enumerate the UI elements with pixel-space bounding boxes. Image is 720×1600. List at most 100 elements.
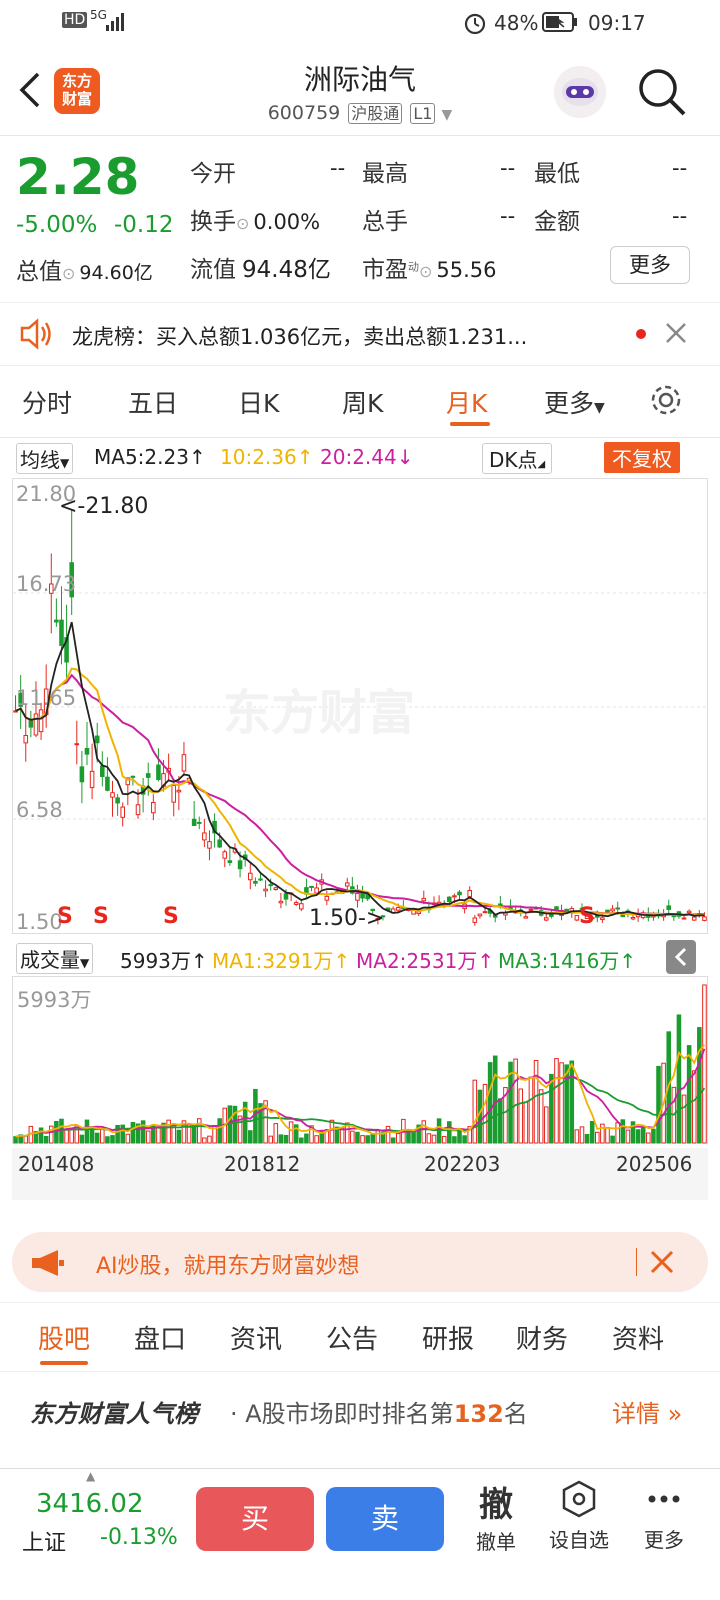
candle — [248, 872, 253, 881]
back-icon[interactable] — [16, 70, 42, 114]
logo-line1: 东方 — [61, 72, 92, 90]
volume-bar — [472, 1079, 478, 1144]
volume-bar — [406, 1130, 411, 1144]
volume-bar — [543, 1106, 549, 1144]
volume-bar — [140, 1120, 146, 1144]
tab-weekly[interactable]: 周K — [342, 384, 383, 420]
robot-avatar-icon[interactable] — [552, 64, 608, 124]
tab-5day[interactable]: 五日 — [128, 384, 178, 420]
candle — [94, 735, 100, 744]
logo-line2: 财富 — [61, 90, 92, 108]
tab-research[interactable]: 研报 — [422, 1319, 474, 1356]
tab-announcements[interactable]: 公告 — [326, 1319, 378, 1356]
signal-icon — [104, 12, 126, 31]
volume-bar — [595, 1131, 600, 1144]
active-tab-indicator — [40, 1361, 88, 1365]
tab-forum[interactable]: 股吧 — [38, 1319, 90, 1356]
ai-banner[interactable]: AI炒股，就用东方财富妙想 — [12, 1232, 708, 1292]
ma20-value: 20:2.44↓ — [320, 445, 413, 469]
tab-orderbook[interactable]: 盘口 — [134, 1319, 186, 1356]
vol-ma1-arrow: ↑ — [333, 949, 351, 973]
tab-monthly[interactable]: 月K — [446, 384, 487, 420]
volume-bar — [646, 1132, 651, 1144]
market-cap-label: 总值 — [16, 259, 62, 285]
tab-more[interactable]: 更多▼ — [544, 384, 605, 420]
change-value: -0.12 — [114, 212, 174, 238]
candle — [263, 888, 268, 892]
rank-detail-link[interactable]: 详情 » — [612, 1394, 682, 1429]
expand-arrow-icon[interactable]: ▲ — [86, 1469, 95, 1483]
search-icon[interactable] — [636, 66, 688, 122]
tab-finance[interactable]: 财务 — [516, 1319, 568, 1356]
volume-bar — [304, 1133, 309, 1144]
stock-name: 洲际油气 — [303, 63, 416, 96]
footer-more-button[interactable]: 更多 — [634, 1479, 694, 1553]
stock-code-row[interactable]: 600759 沪股通 L1 ▼ — [180, 100, 540, 124]
app-logo[interactable]: 东方 财富 — [54, 68, 100, 114]
tab-intraday[interactable]: 分时 — [22, 384, 72, 420]
candle — [227, 860, 233, 864]
collapse-panel-button[interactable] — [666, 940, 696, 974]
app-header: 东方 财富 洲际油气 600759 沪股通 L1 ▼ — [0, 48, 720, 136]
candle — [79, 766, 85, 783]
volume-bar — [426, 1133, 432, 1144]
info-icon[interactable]: ⊙ — [236, 214, 249, 233]
double-chevron-icon: » — [660, 1400, 683, 1428]
volume-chart[interactable]: 5993万 — [12, 976, 708, 1144]
candle — [360, 893, 365, 899]
close-icon[interactable] — [648, 1248, 676, 1282]
rank-brand: 东方财富人气榜 — [30, 1400, 198, 1428]
dk-point-button[interactable]: DK点◢ — [482, 443, 553, 474]
info-icon[interactable]: ⊙ — [62, 264, 75, 283]
close-icon[interactable] — [664, 321, 688, 350]
buy-button[interactable]: 买 — [196, 1487, 314, 1551]
volume-bar — [84, 1119, 90, 1144]
vol-ma3-value: MA3:1416万↑ — [498, 945, 636, 974]
tab-profile[interactable]: 资料 — [612, 1319, 664, 1356]
adjust-type-button[interactable]: 不复权 — [604, 442, 680, 473]
cancel-order-button[interactable]: 撤 撤单 — [466, 1477, 526, 1555]
volume-type-select[interactable]: 成交量▼ — [16, 943, 94, 974]
tab-daily[interactable]: 日K — [238, 384, 279, 420]
candle — [600, 917, 605, 921]
volume-bar — [452, 1136, 457, 1144]
dragon-tiger-notice[interactable]: 龙虎榜：买入总额1.036亿元，卖出总额1.231... — [0, 302, 720, 366]
kline-chart[interactable]: 东方财富 21.80 16.73 11.65 6.58 1.50 <-21.80… — [12, 478, 708, 934]
pe-ratio: 市盈动⊙ 55.56 — [362, 250, 497, 284]
rank-text-post: 名 — [503, 1400, 528, 1428]
volume-svg: 5993万 — [13, 984, 707, 1144]
candle — [273, 887, 279, 891]
more-button[interactable]: 更多 — [610, 246, 690, 284]
volume-bar — [355, 1131, 360, 1144]
megaphone-icon — [30, 1248, 66, 1284]
tab-news[interactable]: 资讯 — [230, 1319, 282, 1356]
high-label: 最高 — [362, 161, 408, 187]
alarm-icon — [462, 10, 488, 41]
watch-label: 设自选 — [549, 1528, 609, 1552]
volume-bar — [100, 1128, 105, 1144]
add-watchlist-button[interactable]: 设自选 — [544, 1479, 614, 1553]
popularity-rank[interactable]: 东方财富人气榜 · A股市场即时排名第132名 详情 » — [0, 1372, 720, 1462]
volume-bar — [605, 1126, 610, 1144]
low-value: -- — [672, 156, 688, 180]
candle — [171, 784, 177, 803]
info-icon[interactable]: ⊙ — [419, 262, 432, 281]
volume-bar — [620, 1119, 626, 1144]
stock-code: 600759 — [267, 102, 341, 124]
date-label: 202506 — [616, 1152, 693, 1176]
float-cap-value: 94.48亿 — [242, 257, 331, 283]
volume-bar — [656, 1065, 661, 1144]
candle — [84, 748, 90, 755]
volume-bar — [273, 1123, 279, 1144]
volume-bar — [13, 1136, 18, 1144]
volume-bar — [615, 1122, 620, 1144]
indicator-type-select[interactable]: 均线▼ — [16, 443, 74, 474]
volume-bar — [130, 1121, 136, 1144]
max-price-marker: <-21.80 — [59, 494, 148, 519]
chart-period-tabs: 分时 五日 日K 周K 月K 更多▼ — [0, 366, 720, 438]
volume-bar — [492, 1055, 498, 1144]
sell-button[interactable]: 卖 — [326, 1487, 444, 1551]
volume-bar — [487, 1062, 493, 1144]
settings-icon[interactable] — [648, 382, 684, 424]
ma5-label: MA5:2.23 — [94, 445, 189, 469]
